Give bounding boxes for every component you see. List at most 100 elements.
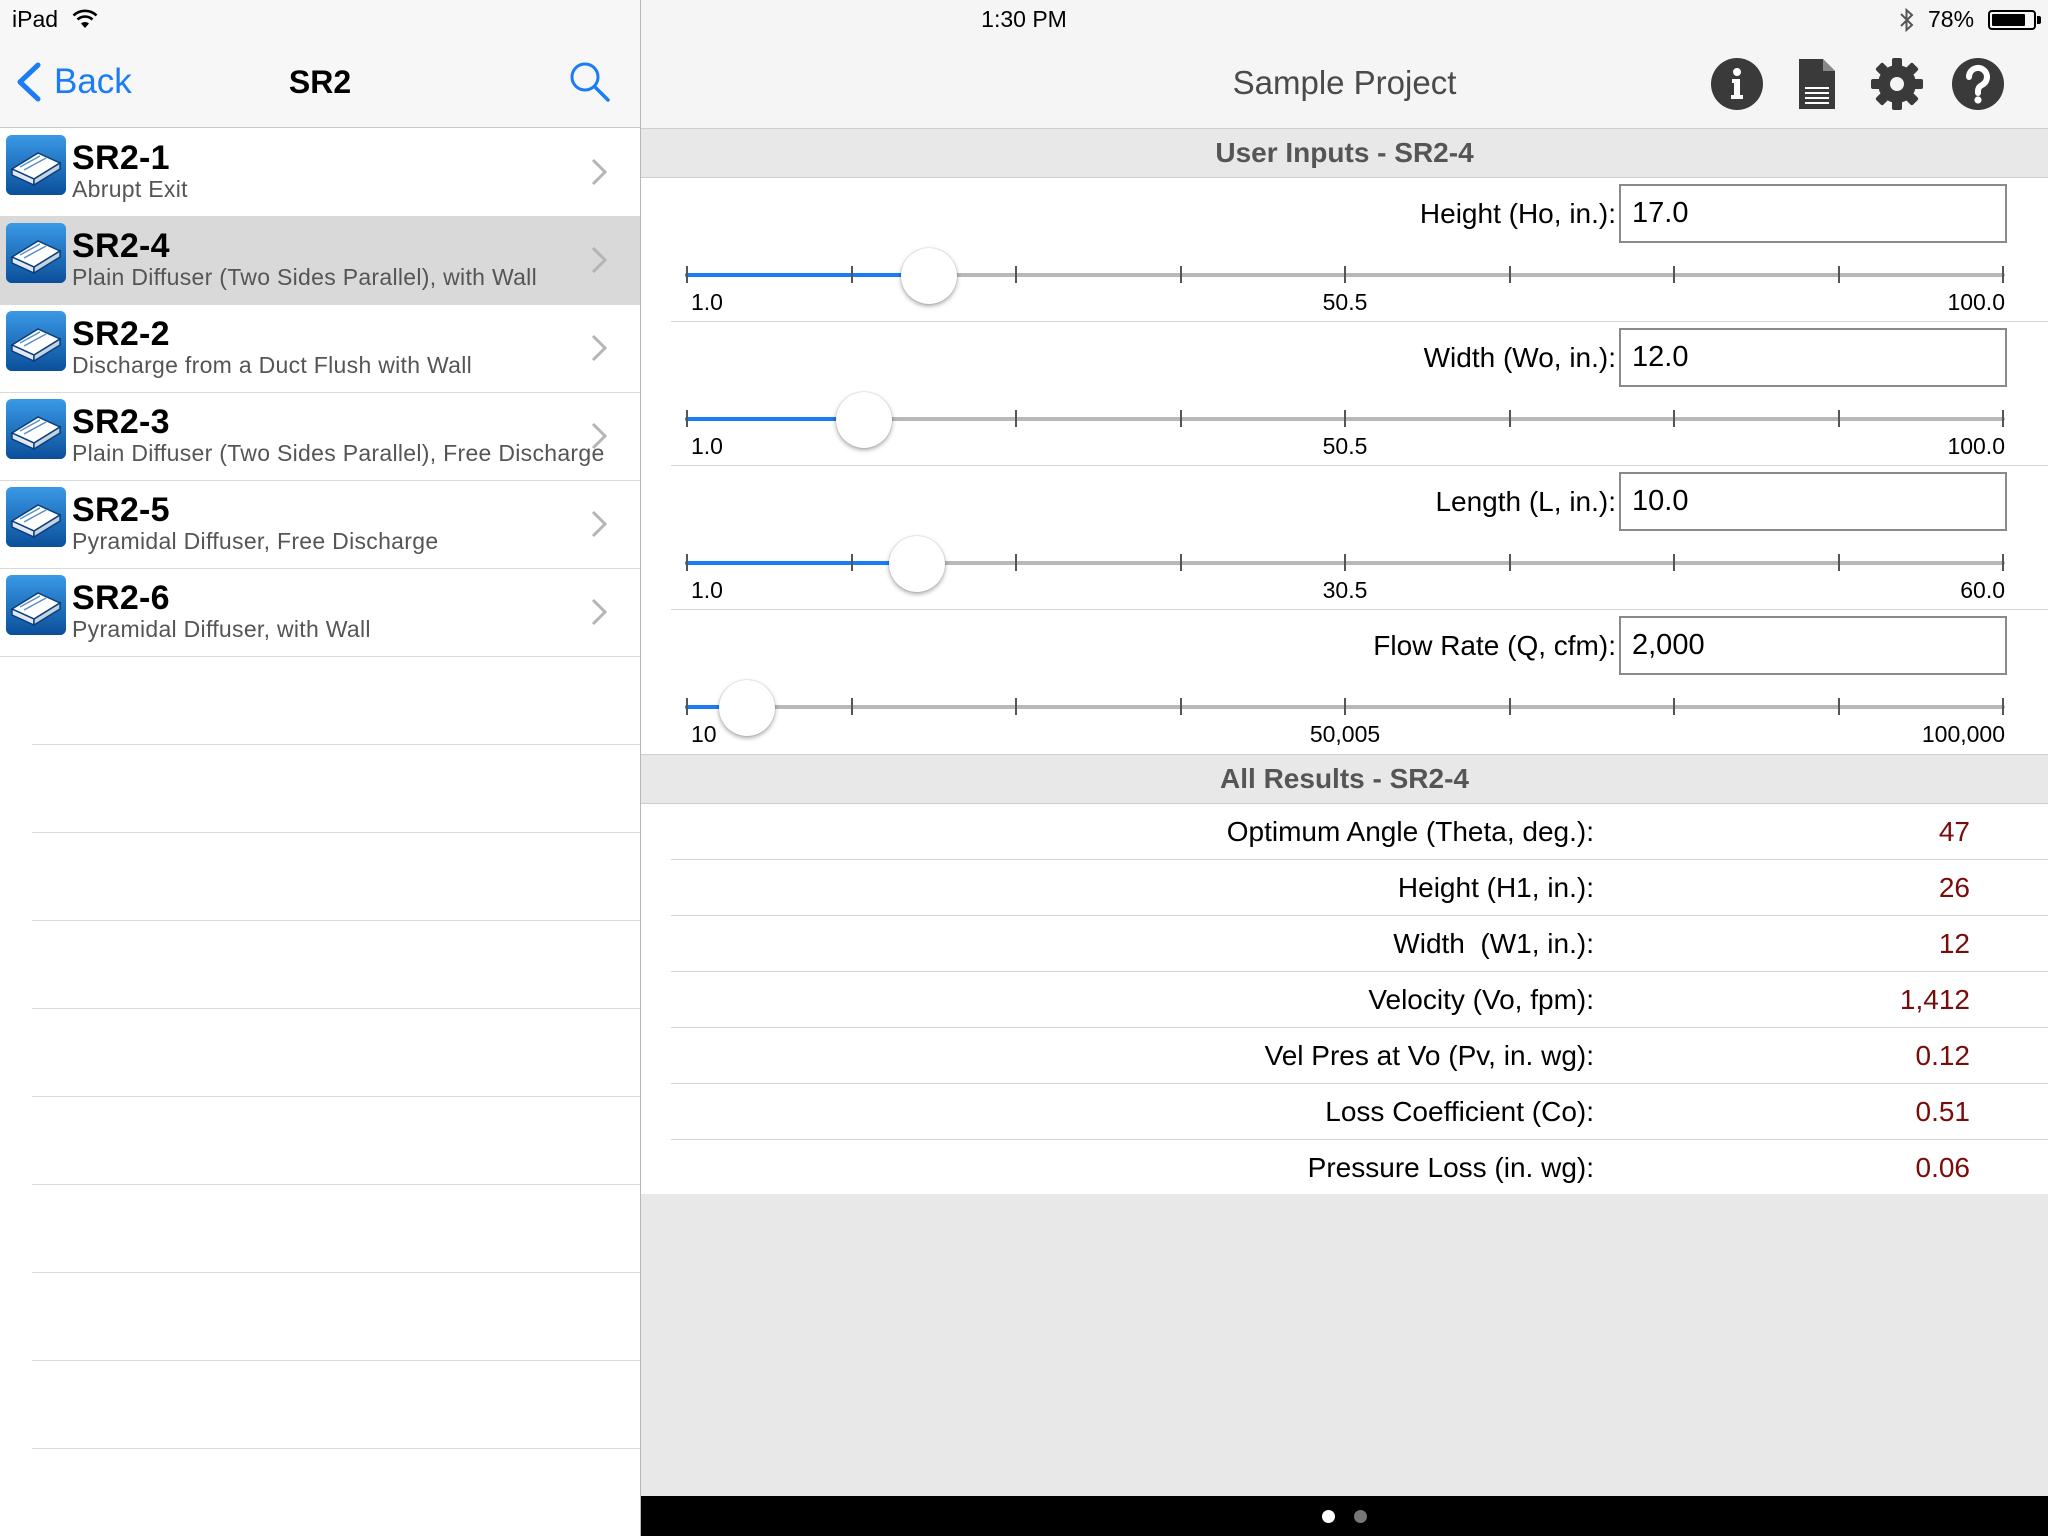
empty-list-row — [32, 921, 640, 1009]
result-value: 1,412 — [1899, 984, 1970, 1015]
slider-tick — [850, 266, 853, 283]
slider-min-label: 1.0 — [691, 577, 723, 603]
result-row: Vel Pres at Vo (Pv, in. wg): 0.12 — [671, 1028, 2048, 1084]
list-item-description: Plain Diffuser (Two Sides Parallel), Fre… — [72, 440, 605, 466]
slider-tick — [1015, 698, 1017, 715]
list-item[interactable]: SR2-6 Pyramidal Diffuser, with Wall — [0, 569, 640, 657]
slider-tick — [850, 554, 853, 571]
list-item-description: Plain Diffuser (Two Sides Parallel), wit… — [72, 264, 538, 290]
result-value: 0.06 — [1915, 1152, 1971, 1183]
list-item[interactable]: SR2-4 Plain Diffuser (Two Sides Parallel)… — [0, 217, 640, 305]
battery-percentage: 78% — [1928, 6, 1975, 32]
slider-tick — [850, 698, 853, 715]
result-row: Velocity (Vo, fpm): 1,412 — [671, 972, 2048, 1028]
help-icon[interactable] — [1951, 57, 2005, 111]
result-row: Width (W1, in.): 12 — [671, 916, 2048, 972]
slider-tick — [1837, 410, 1840, 427]
list-item[interactable]: SR2-5 Pyramidal Diffuser, Free Discharge — [0, 481, 640, 569]
slider-max-label: 100.0 — [1947, 289, 2005, 315]
slider-tick — [1015, 410, 1017, 427]
info-icon[interactable] — [1710, 57, 1764, 111]
chevron-right-icon — [591, 246, 608, 274]
results-header: All Results - SR2-4 — [641, 754, 2048, 804]
result-label: Height (H1, in.): — [1397, 872, 1594, 903]
fitting-thumbnail-icon — [6, 223, 66, 283]
slider-tick — [2002, 266, 2004, 283]
slider-mid-label: 50,005 — [1309, 721, 1381, 747]
empty-background — [641, 1194, 2048, 1496]
slider-thumb[interactable] — [900, 248, 957, 304]
result-value: 47 — [1938, 816, 1970, 847]
slider-mid-label: 50.5 — [1322, 433, 1368, 459]
user-inputs-header: User Inputs - SR2-4 — [641, 128, 2048, 178]
empty-list-row — [32, 1273, 640, 1361]
slider-thumb[interactable] — [835, 392, 892, 448]
slider-tick — [1673, 266, 1675, 283]
input-label: Flow Rate (Q, cfm): — [1373, 630, 1616, 661]
list-item-description: Pyramidal Diffuser, with Wall — [72, 616, 371, 642]
empty-list-row — [32, 1361, 640, 1449]
result-row: Loss Coefficient (Co): 0.51 — [671, 1084, 2048, 1140]
list-item[interactable]: SR2-3 Plain Diffuser (Two Sides Parallel)… — [0, 393, 640, 481]
input-field[interactable] — [1619, 328, 2007, 387]
slider-tick — [1344, 266, 1346, 283]
result-label: Optimum Angle (Theta, deg.): — [1226, 816, 1594, 847]
slider-tick — [1837, 698, 1840, 715]
input-row: Height (Ho, in.): 1.0 50.5 100.0 — [641, 178, 2048, 322]
document-icon[interactable] — [1790, 57, 1844, 111]
slider-tick — [1179, 266, 1182, 283]
slider-max-label: 60.0 — [1960, 577, 2005, 603]
list-item-name: SR2-2 — [72, 315, 170, 353]
list-item-name: SR2-1 — [72, 139, 170, 177]
result-value: 0.51 — [1915, 1096, 1971, 1127]
input-field[interactable] — [1619, 184, 2007, 243]
slider-tick — [1508, 698, 1511, 715]
slider-tick — [1015, 266, 1017, 283]
result-label: Pressure Loss (in. wg): — [1307, 1152, 1594, 1183]
result-value: 12 — [1938, 928, 1970, 959]
result-label: Width (W1, in.): — [1393, 928, 1594, 959]
list-item[interactable]: SR2-2 Discharge from a Duct Flush with Wa… — [0, 305, 640, 393]
slider-tick — [1508, 410, 1511, 427]
slider-tick — [1673, 698, 1675, 715]
page-dot-2[interactable] — [1354, 1510, 1367, 1523]
slider-tick — [1179, 698, 1182, 715]
slider-thumb[interactable] — [888, 536, 945, 592]
slider-tick — [2002, 554, 2004, 571]
slider-tick — [1344, 698, 1346, 715]
result-row: Optimum Angle (Theta, deg.): 47 — [671, 804, 2048, 860]
input-label: Height (Ho, in.): — [1419, 198, 1616, 229]
detail-nav-bar: Sample Project — [641, 40, 2048, 128]
gear-icon[interactable] — [1870, 57, 1924, 111]
input-field[interactable] — [1619, 472, 2007, 531]
input-label: Width (Wo, in.): — [1423, 342, 1616, 373]
list-item[interactable]: SR2-1 Abrupt Exit — [0, 129, 640, 217]
list-item-name: SR2-6 — [72, 579, 170, 617]
chevron-right-icon — [591, 334, 608, 362]
input-row: Width (Wo, in.): 1.0 50.5 100.0 — [641, 322, 2048, 466]
empty-list-row — [32, 1009, 640, 1097]
page-dot-1[interactable] — [1322, 1510, 1335, 1523]
page-control[interactable] — [641, 1496, 2048, 1536]
fitting-list: SR2-1 Abrupt Exit SR2-4 Plain Diffuser (Two… — [0, 129, 640, 1536]
status-bar: iPad 1:30 PM 78% — [0, 0, 2048, 40]
result-value: 26 — [1938, 872, 1970, 903]
input-field[interactable] — [1619, 616, 2007, 675]
slider-thumb[interactable] — [718, 680, 775, 736]
slider-fill — [685, 273, 929, 277]
result-label: Vel Pres at Vo (Pv, in. wg): — [1264, 1040, 1594, 1071]
fitting-thumbnail-icon — [6, 135, 66, 195]
chevron-right-icon — [591, 158, 608, 186]
search-icon[interactable] — [568, 60, 612, 104]
slider-tick — [1015, 554, 1017, 571]
slider-tick — [1837, 266, 1840, 283]
user-inputs-section: Height (Ho, in.): 1.0 50.5 100.0 Width (Wo, … — [641, 178, 2048, 753]
chevron-right-icon — [591, 422, 608, 450]
master-title: SR2 — [288, 64, 352, 100]
slider-tick — [1837, 554, 1840, 571]
slider-min-label: 1.0 — [691, 289, 723, 315]
slider-max-label: 100,000 — [1921, 721, 2005, 747]
empty-list-row — [32, 1185, 640, 1273]
slider-tick — [686, 410, 688, 427]
master-nav-bar: Back SR2 — [0, 40, 640, 128]
